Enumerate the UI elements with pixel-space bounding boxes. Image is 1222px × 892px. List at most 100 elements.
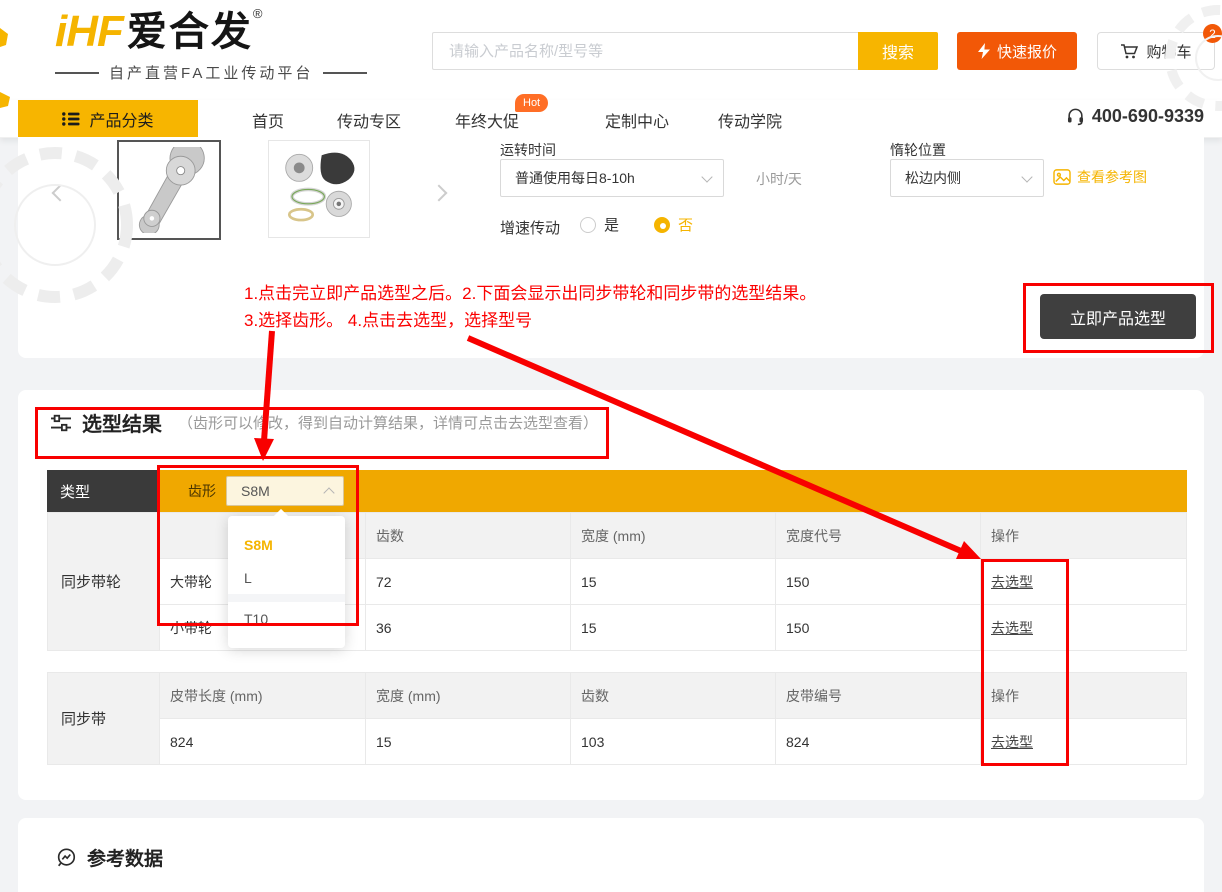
header-teeth: 齿数 (570, 673, 775, 718)
product-thumbnail[interactable] (268, 140, 370, 238)
chevron-right-icon (431, 185, 448, 202)
pulley-width: 15 (570, 559, 775, 604)
product-thumbnail-selected[interactable] (117, 140, 221, 240)
tagline-dash-left (55, 72, 99, 74)
chevron-down-icon (1021, 171, 1032, 182)
belt-length: 824 (160, 719, 365, 764)
search-box: 搜索 (432, 32, 938, 70)
view-reference-link[interactable]: 查看参考图 (1053, 167, 1147, 187)
image-icon (1053, 169, 1071, 185)
selector-card: 运转时间 普通使用每日8-10h 小时/天 惰轮位置 松边内侧 查看参考图 增速… (18, 137, 1204, 358)
search-input[interactable] (432, 32, 858, 70)
nav-item-transmission-zone[interactable]: 传动专区 (337, 108, 401, 132)
dropdown-option-t10[interactable]: T10 (228, 602, 345, 635)
speedup-label: 增速传动 (500, 217, 560, 238)
header-action: 操作 (980, 673, 1186, 718)
header-action: 操作 (980, 513, 1186, 558)
results-note: （齿形可以修改，得到自动计算结果，详情可点击去选型查看） (178, 412, 598, 433)
phone-number: 400-690-9339 (1092, 106, 1204, 127)
header-width-code: 宽度代号 (775, 513, 980, 558)
cart-button[interactable]: 购物车 2 (1097, 32, 1215, 70)
logo-brand: iHF (55, 8, 123, 56)
runtime-unit: 小时/天 (756, 169, 802, 189)
service-phone[interactable]: 400-690-9339 (1066, 106, 1204, 127)
start-selection-button[interactable]: 立即产品选型 (1040, 294, 1196, 339)
annotation-step-1-2: 1.点击完立即产品选型之后。2.下面会显示出同步带轮和同步带的选型结果。 (244, 279, 816, 304)
chevron-up-icon (323, 487, 334, 498)
pulley-table: 同步带轮 齿数 宽度 (mm) 宽度代号 操作 大带轮 72 15 150 去选… (47, 512, 1187, 651)
search-button[interactable]: 搜索 (858, 32, 938, 70)
speedup-radio-no[interactable]: 否 (654, 214, 693, 235)
runtime-value: 普通使用每日8-10h (515, 168, 635, 188)
pulley-width-code: 150 (775, 605, 980, 650)
nav-item-home[interactable]: 首页 (252, 108, 284, 132)
tooth-profile-select[interactable]: S8M (226, 476, 344, 506)
reference-title: 参考数据 (87, 844, 163, 871)
dropdown-option-s8m[interactable]: S8M (228, 528, 345, 561)
main-nav: 产品分类 首页 传动专区 年终大促 Hot 定制中心 传动学院 400-690-… (0, 100, 1222, 138)
dropdown-divider (228, 594, 345, 602)
idler-value: 松边内侧 (905, 168, 961, 188)
header-width: 宽度 (mm) (570, 513, 775, 558)
belt-teeth: 103 (570, 719, 775, 764)
belt-header-row: 皮带长度 (mm) 宽度 (mm) 齿数 皮带编号 操作 (160, 673, 1186, 718)
speedup-radio-yes[interactable]: 是 (580, 214, 619, 235)
carousel-prev-button[interactable] (48, 178, 72, 208)
tooth-profile-bar: 齿形 S8M (160, 470, 1187, 512)
go-select-link[interactable]: 去选型 (991, 732, 1033, 752)
sliders-icon (50, 413, 72, 433)
nav-item-custom-center[interactable]: 定制中心 (605, 108, 669, 132)
catalog-label: 产品分类 (89, 107, 153, 131)
dropdown-option-l[interactable]: L (228, 561, 345, 594)
tooth-label: 齿形 (188, 481, 216, 501)
nav-catalog-button[interactable]: 产品分类 (18, 100, 198, 137)
tooth-profile-dropdown: S8M L T10 (228, 516, 345, 648)
headset-icon (1066, 107, 1085, 126)
logo-name: 爱合发 (127, 8, 253, 56)
reference-card: 参考数据 (18, 818, 1204, 892)
cart-label: 购物车 (1146, 41, 1191, 62)
registered-mark: ® (253, 6, 263, 21)
table-row: 824 15 103 824 去选型 (160, 718, 1186, 764)
hot-badge: Hot (515, 94, 548, 112)
go-select-link[interactable]: 去选型 (991, 572, 1033, 592)
go-select-link[interactable]: 去选型 (991, 618, 1033, 638)
annotation-step-3-4: 3.选择齿形。 4.点击去选型，选择型号 (244, 306, 532, 331)
radio-checked-icon (654, 217, 670, 233)
radio-no-label: 否 (678, 214, 693, 235)
reference-title-row: 参考数据 (55, 844, 163, 871)
results-title-row: 选型结果 （齿形可以修改，得到自动计算结果，详情可点击去选型查看） (50, 408, 598, 437)
belt-table: 同步带 皮带长度 (mm) 宽度 (mm) 齿数 皮带编号 操作 824 15 … (47, 672, 1187, 765)
belt-drive-image (124, 147, 214, 233)
lightning-icon (977, 43, 991, 59)
pulley-set-image (274, 146, 364, 232)
radio-yes-label: 是 (604, 214, 619, 235)
logo[interactable]: iHF 爱合发 ® 自产直营FA工业传动平台 (55, 8, 367, 83)
pulley-teeth: 72 (365, 559, 570, 604)
quick-quote-button[interactable]: 快速报价 (957, 32, 1077, 70)
trend-chart-icon (55, 847, 77, 869)
belt-width: 15 (365, 719, 570, 764)
list-icon (62, 112, 80, 126)
tagline-dash-right (323, 72, 367, 74)
header-teeth: 齿数 (365, 513, 570, 558)
nav-item-academy[interactable]: 传动学院 (718, 108, 782, 132)
pulley-width: 15 (570, 605, 775, 650)
header: iHF 爱合发 ® 自产直营FA工业传动平台 搜索 快速报价 (0, 0, 1222, 100)
carousel-next-button[interactable] (427, 178, 451, 208)
pulley-teeth: 36 (365, 605, 570, 650)
pulley-width-code: 150 (775, 559, 980, 604)
runtime-label: 运转时间 (500, 140, 556, 160)
results-title: 选型结果 (82, 408, 162, 437)
cart-icon (1120, 43, 1139, 60)
quick-quote-label: 快速报价 (997, 41, 1057, 62)
cart-badge: 2 (1203, 24, 1222, 43)
runtime-select[interactable]: 普通使用每日8-10h (500, 159, 724, 197)
header-length: 皮带长度 (mm) (160, 673, 365, 718)
nav-item-year-end-sale[interactable]: 年终大促 (455, 108, 519, 132)
view-reference-label: 查看参考图 (1077, 167, 1147, 187)
idler-select[interactable]: 松边内侧 (890, 159, 1044, 197)
results-card: 选型结果 （齿形可以修改，得到自动计算结果，详情可点击去选型查看） 类型 齿形 … (18, 390, 1204, 800)
header-width: 宽度 (mm) (365, 673, 570, 718)
tooth-value: S8M (241, 483, 270, 499)
